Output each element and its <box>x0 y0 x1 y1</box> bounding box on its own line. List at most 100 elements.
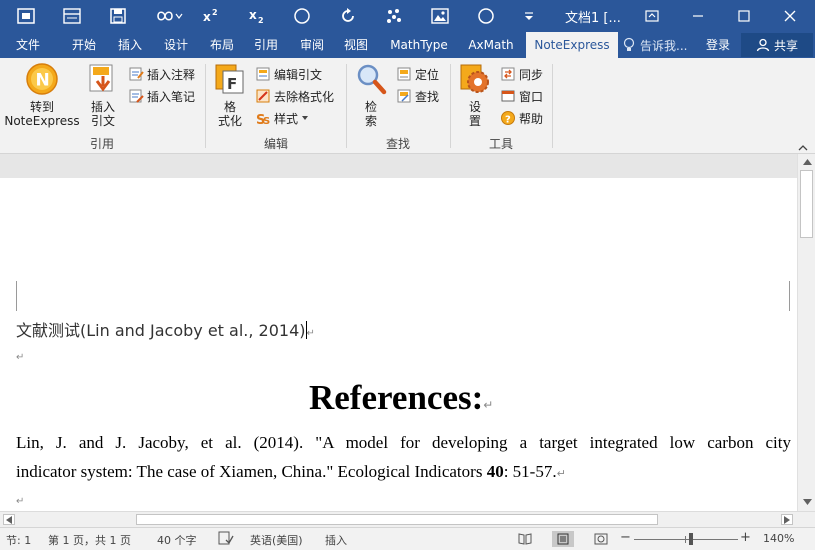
subscript-icon[interactable]: x2 <box>246 4 268 28</box>
paragraph-mark: ↵ <box>556 467 566 480</box>
word-app-icon[interactable] <box>14 4 38 28</box>
tab-mathtype[interactable]: MathType <box>382 32 456 58</box>
zoom-in-icon[interactable]: + <box>740 530 751 545</box>
page-indicator[interactable]: 第 1 页，共 1 页 <box>48 532 131 548</box>
circle-icon[interactable] <box>290 4 314 28</box>
reference-entry-line[interactable]: indicator system: The case of Xiamen, Ch… <box>16 462 566 482</box>
image-icon[interactable] <box>428 4 452 28</box>
group-divider <box>450 64 451 148</box>
sync-button[interactable]: 同步 <box>500 64 543 84</box>
window-button[interactable]: 窗口 <box>500 86 543 106</box>
tab-home[interactable]: 开始 <box>62 32 106 58</box>
svg-text:?: ? <box>505 115 511 126</box>
proofing-icon[interactable] <box>218 531 234 548</box>
group-divider <box>346 64 347 148</box>
tab-references[interactable]: 引用 <box>244 32 288 58</box>
superscript-icon[interactable]: x2 <box>200 4 222 28</box>
layout-icon[interactable] <box>60 4 84 28</box>
redo-icon[interactable] <box>336 4 360 28</box>
help-button[interactable]: ? 帮助 <box>500 108 543 128</box>
goto-noteexpress-button[interactable]: N 转到 NoteExpress <box>4 62 80 128</box>
zoom-slider-track[interactable] <box>634 539 738 540</box>
settings-label: 设 置 <box>468 100 481 128</box>
ribbon-display-icon[interactable] <box>634 0 670 32</box>
scatter-icon[interactable] <box>382 4 406 28</box>
svg-text:2: 2 <box>212 8 218 17</box>
web-layout-icon[interactable] <box>592 531 610 547</box>
tab-file[interactable]: 文件 <box>6 32 50 58</box>
vertical-scrollbar[interactable] <box>797 154 815 511</box>
format-icon: F <box>215 64 244 94</box>
citation-test-text: 文献测试(Lin and Jacoby et al., 2014) <box>16 321 306 340</box>
word-count[interactable]: 40 个字 <box>157 532 197 548</box>
tab-layout[interactable]: 布局 <box>200 32 244 58</box>
zoom-out-icon[interactable]: − <box>620 530 631 545</box>
edit-citation-icon <box>256 67 270 81</box>
scroll-right-icon[interactable] <box>781 514 793 525</box>
svg-text:S: S <box>263 116 270 126</box>
references-heading[interactable]: References:↵ <box>309 378 493 418</box>
person-icon <box>756 38 770 52</box>
page-gap <box>0 154 797 178</box>
tab-insert[interactable]: 插入 <box>108 32 152 58</box>
insert-citation-button[interactable]: 插入 引文 <box>84 62 122 128</box>
read-mode-icon[interactable] <box>516 531 534 547</box>
insert-note-button[interactable]: 插入注释 <box>128 64 195 84</box>
citation-test-paragraph[interactable]: 文献测试(Lin and Jacoby et al., 2014)↵ <box>16 317 315 341</box>
find-button[interactable]: 查找 <box>396 86 439 106</box>
tab-design[interactable]: 设计 <box>154 32 198 58</box>
print-layout-icon[interactable] <box>552 531 574 547</box>
zoom-slider-thumb[interactable] <box>689 533 694 545</box>
sync-icon <box>501 67 515 81</box>
noteexpress-logo-icon: N <box>26 63 58 95</box>
style-icon: SS <box>256 113 270 126</box>
login-link[interactable]: 登录 <box>706 32 730 58</box>
maximize-icon[interactable] <box>726 0 762 32</box>
tab-view[interactable]: 视图 <box>334 32 378 58</box>
paragraph-mark: ↵ <box>483 398 494 412</box>
minimize-icon[interactable] <box>680 0 716 32</box>
shape-circle-icon[interactable] <box>474 4 498 28</box>
group-label-cite: 引用 <box>89 137 114 151</box>
paragraph-mark: ↵ <box>16 352 25 363</box>
reference-pages: : 51-57. <box>503 462 557 481</box>
title-bar: x2 x2 文档1 [... <box>0 0 815 32</box>
infinity-icon[interactable] <box>152 4 186 28</box>
insert-mode-indicator[interactable]: 插入 <box>325 532 347 548</box>
insert-memo-icon <box>129 89 144 103</box>
customize-qat-icon[interactable] <box>520 4 538 28</box>
style-dropdown-button[interactable]: SS 样式 <box>255 108 309 128</box>
settings-button[interactable]: 设 置 <box>456 62 494 128</box>
save-icon[interactable] <box>106 4 130 28</box>
goto-noteexpress-label: 转到 NoteExpress <box>4 100 80 128</box>
scroll-up-icon[interactable] <box>801 156 813 168</box>
group-divider <box>552 64 553 148</box>
locate-button[interactable]: 定位 <box>396 64 439 84</box>
share-button[interactable]: 共享 <box>741 33 813 57</box>
section-indicator[interactable]: 节: 1 <box>6 532 31 548</box>
language-indicator[interactable]: 英语(美国) <box>250 532 303 548</box>
insert-memo-label: 插入笔记 <box>147 89 196 104</box>
tab-axmath[interactable]: AxMath <box>460 32 522 58</box>
tab-noteexpress[interactable]: NoteExpress <box>526 32 618 58</box>
document-page[interactable]: 文献测试(Lin and Jacoby et al., 2014)↵ ↵ Ref… <box>0 178 797 511</box>
horizontal-scroll-thumb[interactable] <box>136 514 658 525</box>
retrieve-button[interactable]: 检 索 <box>352 62 390 128</box>
zoom-level[interactable]: 140% <box>763 532 794 545</box>
format-button[interactable]: F 格 式化 <box>212 62 248 128</box>
close-icon[interactable] <box>772 0 808 32</box>
insert-memo-button[interactable]: 插入笔记 <box>128 86 195 106</box>
vertical-scroll-thumb[interactable] <box>800 170 813 238</box>
remove-format-button[interactable]: 去除格式化 <box>255 86 334 106</box>
edit-citation-label: 编辑引文 <box>274 67 323 82</box>
tell-me-text: 告诉我... <box>640 38 688 53</box>
edit-citation-button[interactable]: 编辑引文 <box>255 64 322 84</box>
scroll-down-icon[interactable] <box>801 496 813 508</box>
tell-me-box[interactable]: 告诉我... <box>622 32 687 58</box>
reference-entry-line[interactable]: Lin, J. and J. Jacoby, et al. (2014). "A… <box>16 433 791 453</box>
reference-text: indicator system: The case of Xiamen, Ch… <box>16 462 487 481</box>
scroll-left-icon[interactable] <box>3 514 15 525</box>
horizontal-scrollbar[interactable] <box>0 511 815 527</box>
paragraph-mark: ↵ <box>16 496 25 507</box>
tab-review[interactable]: 审阅 <box>290 32 334 58</box>
